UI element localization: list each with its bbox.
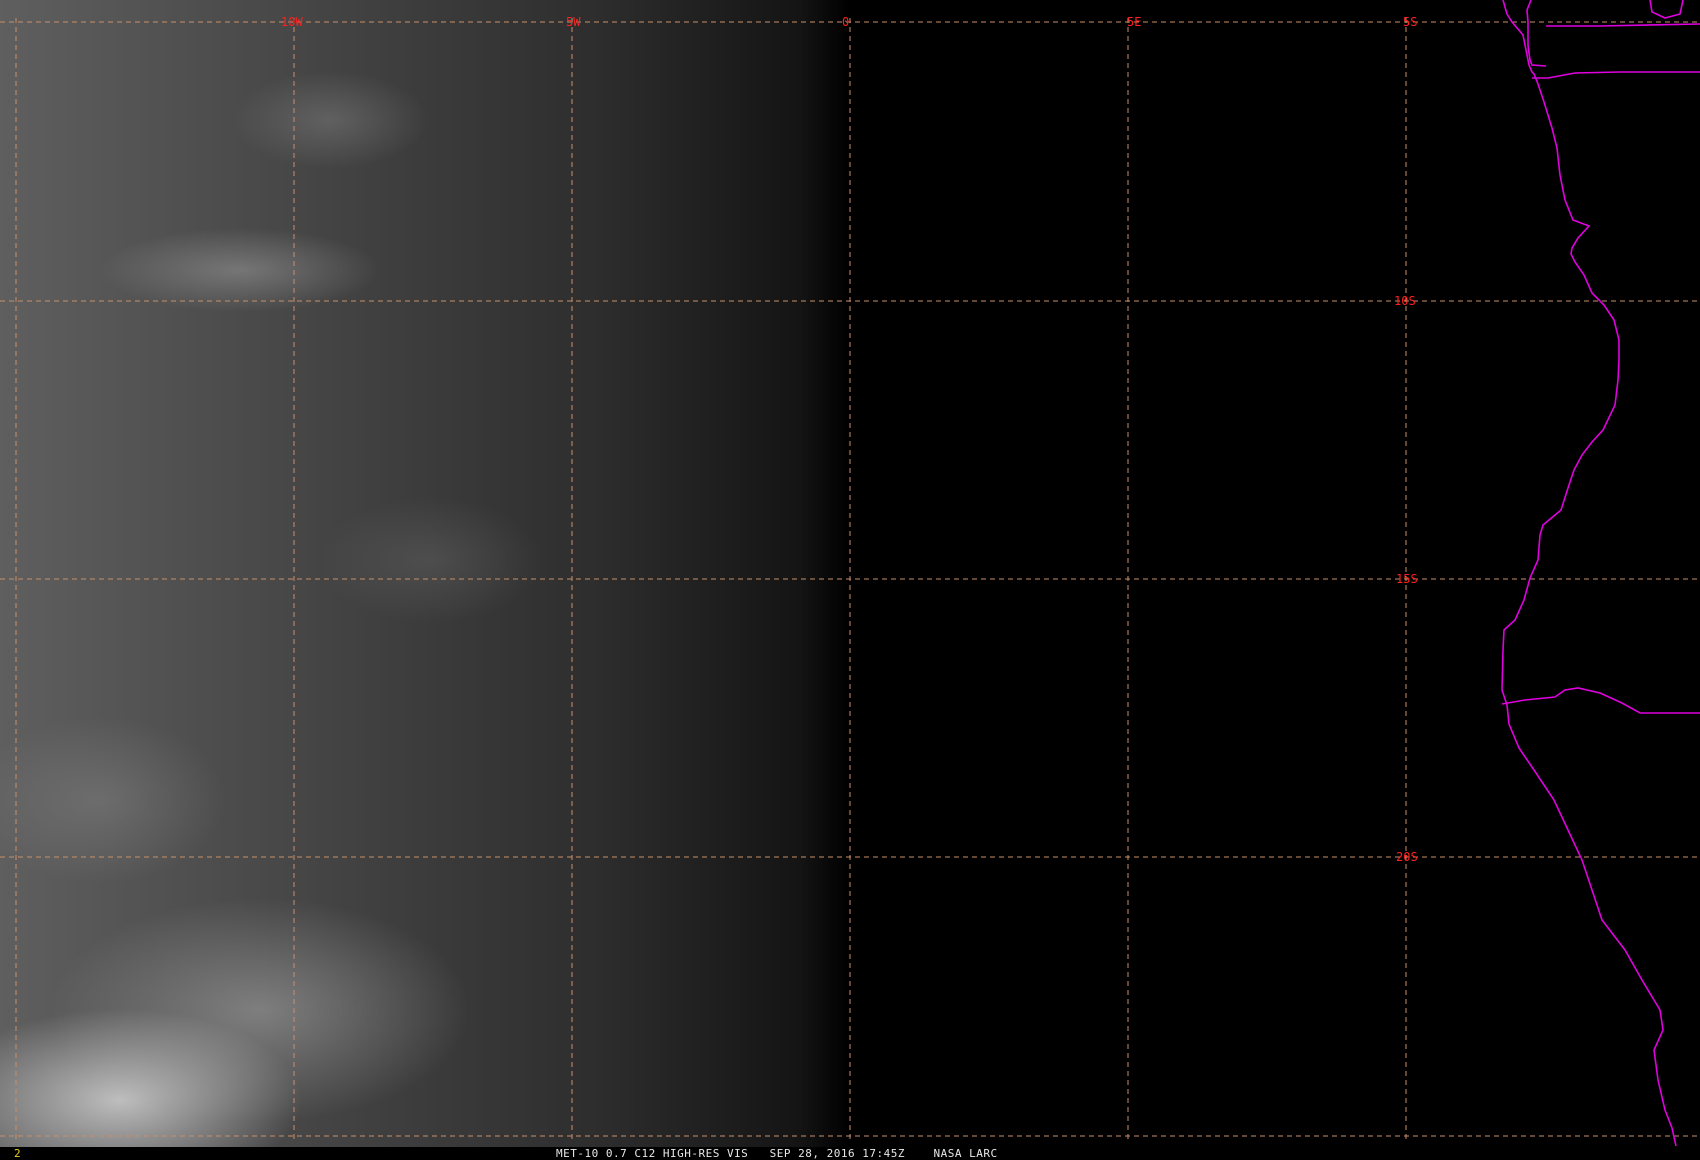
map-overlay: 10W 5W 0 5E 5S 10S 15S 20S — [0, 0, 1700, 1147]
coastlines-and-borders — [1501, 0, 1700, 1147]
lon-label-5e: 5E — [1127, 15, 1141, 29]
image-caption: MET-10 0.7 C12 HIGH-RES VIS SEP 28, 2016… — [556, 1147, 998, 1160]
congo-border — [1526, 0, 1547, 67]
border-fragment — [1649, 0, 1684, 19]
lat-label-10s: 10S — [1394, 294, 1416, 308]
satellite-image-viewer: 10W 5W 0 5E 5S 10S 15S 20S 2 MET-10 0.7 … — [0, 0, 1700, 1160]
lat-label-20s: 20S — [1396, 850, 1418, 864]
congo-dr-border — [1546, 23, 1700, 27]
caption-bar: 2 MET-10 0.7 C12 HIGH-RES VIS SEP 28, 20… — [0, 1147, 1700, 1160]
lon-label-10w: 10W — [281, 15, 303, 29]
africa-coastline — [1501, 0, 1677, 1147]
lat-label-5s: 5S — [1403, 15, 1417, 29]
lat-label-15s: 15S — [1396, 572, 1418, 586]
angola-namibia-border — [1501, 687, 1700, 714]
lon-label-5w: 5W — [566, 15, 581, 29]
grid-labels: 10W 5W 0 5E 5S 10S 15S 20S — [281, 15, 1418, 864]
lat-lon-grid — [0, 18, 1700, 1140]
angola-north-border — [1532, 71, 1700, 79]
lon-label-0: 0 — [842, 15, 849, 29]
frame-number: 2 — [14, 1147, 21, 1160]
